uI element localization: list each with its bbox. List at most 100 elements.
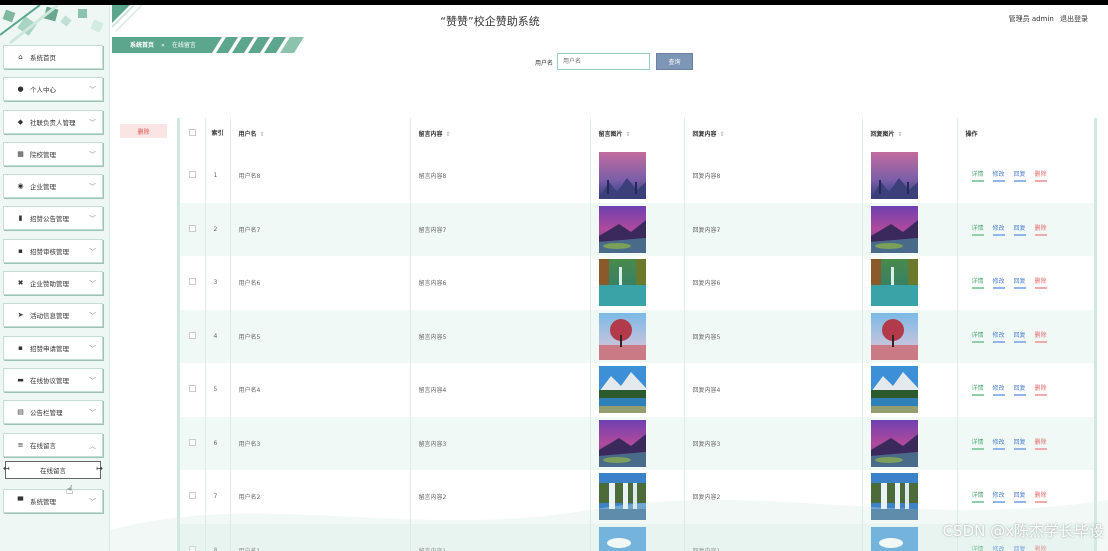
- lake-thumbnail[interactable]: [598, 259, 646, 307]
- row-delete-button[interactable]: 删除: [1034, 276, 1047, 290]
- detail-button[interactable]: 详情: [971, 223, 984, 236]
- row-checkbox-cell[interactable]: [180, 309, 206, 363]
- reply-button[interactable]: 回复: [1013, 490, 1026, 504]
- sidebar-item-7[interactable]: ✖ 企业赞助管理 ﹀: [3, 271, 103, 296]
- sort-icon[interactable]: ⇕: [626, 131, 631, 138]
- detail-button[interactable]: 详情: [971, 169, 984, 183]
- checkbox-icon[interactable]: [188, 278, 196, 286]
- column-header-message[interactable]: 留言内容 ⇕: [410, 118, 591, 149]
- sidebar-item-10[interactable]: ▬ 在线协议管理 ﹀: [3, 367, 103, 392]
- row-checkbox-cell[interactable]: [180, 363, 206, 417]
- chevron-down-icon[interactable]: ﹀: [89, 279, 96, 289]
- sidebar-subitem-online-message[interactable]: ↤ 在线留言 ↦: [3, 460, 103, 479]
- row-delete-button[interactable]: 删除: [1034, 490, 1047, 504]
- detail-button[interactable]: 详情: [972, 544, 984, 551]
- row-delete-button[interactable]: 删除: [1034, 330, 1047, 343]
- edit-button[interactable]: 修改: [992, 330, 1005, 343]
- checkbox-icon[interactable]: [188, 545, 196, 551]
- chevron-down-icon[interactable]: ﹀: [89, 311, 96, 321]
- coast-thumbnail[interactable]: [598, 419, 646, 467]
- detail-button[interactable]: 详情: [971, 437, 984, 450]
- column-header-reply[interactable]: 回复内容 ⇕: [684, 118, 863, 149]
- edit-button[interactable]: 修改: [992, 169, 1005, 183]
- sidebar-item-6[interactable]: ▪ 招赞审核管理 ﹀: [3, 238, 103, 263]
- chevron-down-icon[interactable]: ﹀: [89, 497, 96, 507]
- row-checkbox-cell[interactable]: [180, 149, 206, 203]
- detail-button[interactable]: 详情: [971, 490, 984, 504]
- twilight-thumbnail[interactable]: [870, 152, 918, 200]
- column-header-user[interactable]: 用户名 ⇕: [230, 118, 411, 149]
- sidebar-item-11[interactable]: ▤ 公告栏管理 ﹀: [3, 400, 103, 425]
- sidebar-item-1[interactable]: ● 个人中心 ﹀: [3, 77, 103, 102]
- chevron-up-icon[interactable]: ︿: [89, 441, 96, 451]
- sort-icon[interactable]: ⇕: [446, 131, 451, 138]
- chevron-down-icon[interactable]: ﹀: [89, 150, 96, 160]
- search-button[interactable]: 查询: [656, 53, 693, 70]
- twilight-thumbnail[interactable]: [598, 152, 646, 200]
- edit-button[interactable]: 修改: [992, 383, 1005, 397]
- reply-button[interactable]: 回复: [1013, 437, 1026, 450]
- reply-button[interactable]: 回复: [1013, 383, 1026, 397]
- coast-thumbnail[interactable]: [870, 205, 918, 253]
- sidebar-item-4[interactable]: ◉ 企业管理 ﹀: [3, 174, 103, 199]
- checkbox-icon[interactable]: [188, 492, 196, 500]
- detail-button[interactable]: 详情: [971, 330, 984, 343]
- detail-button[interactable]: 详情: [971, 276, 984, 290]
- row-delete-button[interactable]: 删除: [1035, 544, 1047, 551]
- tree-thumbnail[interactable]: [870, 312, 918, 360]
- waterfall-thumbnail[interactable]: [870, 473, 918, 521]
- column-header-message-image[interactable]: 留言图片 ⇕: [590, 118, 685, 149]
- reply-button[interactable]: 回复: [1013, 169, 1026, 183]
- tree-thumbnail[interactable]: [598, 312, 646, 360]
- mountain-thumbnail[interactable]: [870, 366, 918, 414]
- checkbox-icon[interactable]: [188, 171, 196, 179]
- chevron-down-icon[interactable]: ﹀: [89, 408, 96, 418]
- row-checkbox-cell[interactable]: [180, 470, 206, 524]
- sidebar-item-5[interactable]: ▮ 招赞公告管理 ﹀: [3, 206, 103, 231]
- reply-button[interactable]: 回复: [1013, 276, 1026, 290]
- sidebar-item-12[interactable]: ≡ 在线留言 ︿: [3, 432, 103, 457]
- sidebar-item-2[interactable]: ◆ 社联负责人管理 ﹀: [3, 109, 103, 134]
- mountain-thumbnail[interactable]: [598, 366, 646, 414]
- chevron-down-icon[interactable]: ﹀: [89, 182, 96, 192]
- logout-link[interactable]: 退出登录: [1060, 15, 1088, 23]
- chevron-down-icon[interactable]: ﹀: [89, 247, 96, 257]
- edit-button[interactable]: 修改: [992, 276, 1005, 290]
- row-checkbox-cell[interactable]: [180, 202, 206, 256]
- reply-button[interactable]: 回复: [1013, 223, 1026, 236]
- row-checkbox-cell[interactable]: [180, 416, 206, 470]
- reply-button[interactable]: 回复: [1014, 544, 1026, 551]
- detail-button[interactable]: 详情: [971, 383, 984, 397]
- coast-thumbnail[interactable]: [598, 205, 646, 253]
- chevron-down-icon[interactable]: ﹀: [89, 344, 96, 354]
- column-header-reply-image[interactable]: 回复图片 ⇕: [862, 118, 958, 149]
- sort-icon[interactable]: ⇕: [260, 131, 265, 138]
- sky-thumbnail[interactable]: [598, 526, 646, 551]
- coast-thumbnail[interactable]: [870, 419, 918, 467]
- breadcrumb-home[interactable]: 系统首页: [130, 42, 154, 49]
- checkbox-icon[interactable]: [188, 331, 196, 339]
- row-delete-button[interactable]: 删除: [1034, 169, 1047, 183]
- chevron-down-icon[interactable]: ﹀: [89, 376, 96, 386]
- sky-thumbnail[interactable]: [870, 526, 918, 551]
- row-delete-button[interactable]: 删除: [1034, 383, 1047, 397]
- select-all-checkbox[interactable]: [180, 118, 206, 149]
- checkbox-icon[interactable]: [188, 438, 196, 446]
- search-input[interactable]: [557, 53, 650, 70]
- sidebar-item-9[interactable]: ▪ 招赞申请管理 ﹀: [3, 335, 103, 360]
- chevron-down-icon[interactable]: ﹀: [89, 118, 96, 128]
- edit-button[interactable]: 修改: [992, 437, 1005, 450]
- edit-button[interactable]: 修改: [993, 544, 1005, 551]
- sidebar-item-0[interactable]: ⌂ 系统首页: [3, 45, 103, 69]
- sidebar-item-3[interactable]: ▦ 院校管理 ﹀: [3, 141, 103, 166]
- sort-icon[interactable]: ⇕: [898, 131, 903, 138]
- lake-thumbnail[interactable]: [870, 259, 918, 307]
- chevron-down-icon[interactable]: ﹀: [89, 85, 96, 95]
- row-delete-button[interactable]: 删除: [1034, 223, 1047, 236]
- sidebar-item-8[interactable]: ➤ 活动信息管理 ﹀: [3, 303, 103, 328]
- sidebar-item-13[interactable]: ▀ 系统管理 ﹀: [3, 488, 103, 513]
- reply-button[interactable]: 回复: [1013, 330, 1026, 343]
- delete-button[interactable]: 删除: [120, 124, 167, 138]
- checkbox-icon[interactable]: [188, 385, 196, 393]
- row-delete-button[interactable]: 删除: [1034, 437, 1047, 450]
